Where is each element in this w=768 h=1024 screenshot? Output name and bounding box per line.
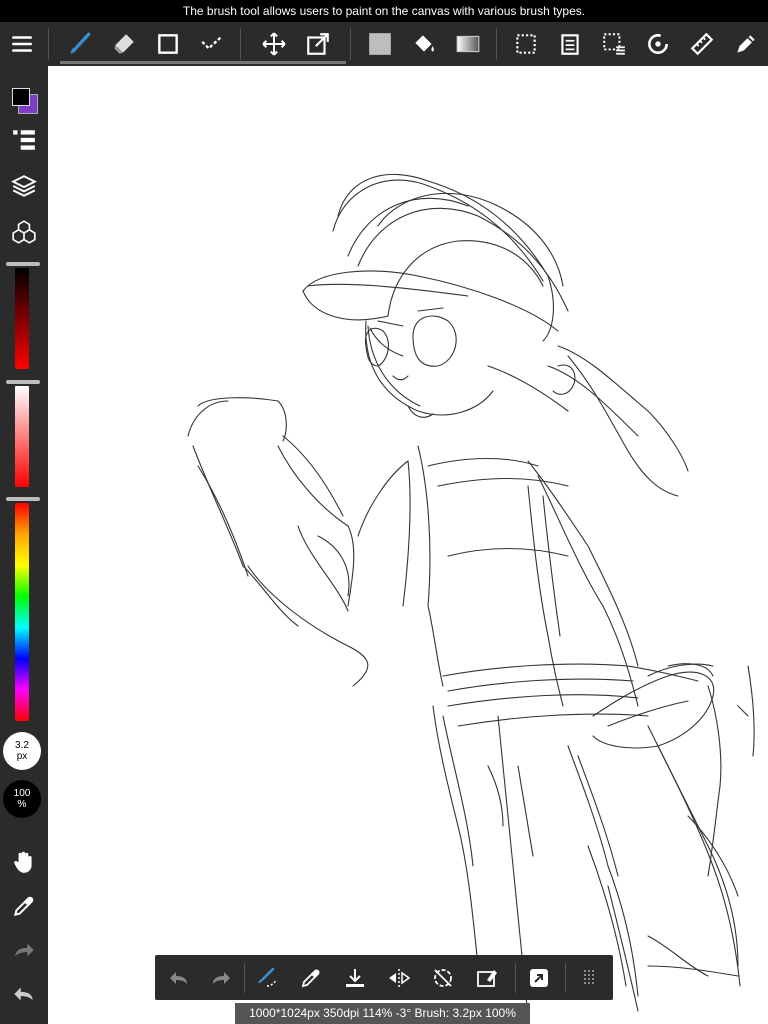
brush-size-indicator[interactable]: 3.2 px xyxy=(3,732,41,770)
bottom-redo-button[interactable] xyxy=(199,955,243,1000)
save-button[interactable] xyxy=(333,955,377,1000)
layers-list-button[interactable] xyxy=(0,118,48,162)
flip-button[interactable] xyxy=(377,955,421,1000)
gradient-tool-button[interactable] xyxy=(448,22,488,66)
redo-icon xyxy=(213,971,230,984)
bottom-eyedropper-button[interactable] xyxy=(289,955,333,1000)
hue-slider[interactable] xyxy=(15,503,29,721)
eyedropper-icon xyxy=(301,969,320,987)
layer-list-icon xyxy=(13,130,35,150)
undo-button[interactable] xyxy=(0,972,48,1016)
rotate-button[interactable] xyxy=(638,22,678,66)
active-tool-underline xyxy=(60,61,346,64)
marquee-icon xyxy=(516,34,536,54)
pen-button[interactable] xyxy=(726,22,766,66)
opacity-value: 100 xyxy=(13,788,31,799)
fill-color-button[interactable] xyxy=(360,22,400,66)
selection-menu-icon xyxy=(603,33,625,55)
menu-button[interactable] xyxy=(2,22,42,66)
undo-icon xyxy=(170,971,187,984)
brightness-slider[interactable] xyxy=(15,268,29,369)
gradient-icon xyxy=(456,35,480,53)
top-toolbar xyxy=(0,22,768,66)
brush-tool-button[interactable] xyxy=(60,22,100,66)
grid-menu-button[interactable] xyxy=(567,955,611,1000)
opacity-indicator[interactable]: 100 % xyxy=(3,780,41,818)
cubes-icon xyxy=(12,220,36,244)
share-icon xyxy=(530,968,548,987)
move-icon xyxy=(262,32,286,56)
clear-button[interactable] xyxy=(465,955,509,1000)
layers-button[interactable] xyxy=(0,164,48,208)
canvas-status-bar: 1000*1024px 350dpi 114% -3° Brush: 3.2px… xyxy=(235,1003,530,1024)
color-swatch[interactable] xyxy=(10,86,38,114)
bucket-icon xyxy=(415,35,434,52)
brush-size-value: 3.2 xyxy=(15,740,29,751)
shape-tool-button[interactable] xyxy=(148,22,188,66)
bottom-toolbar xyxy=(155,955,613,1000)
saturation-slider[interactable] xyxy=(15,386,29,487)
brightness-slider-handle[interactable] xyxy=(6,262,40,266)
save-icon xyxy=(346,968,364,987)
fill-color-icon xyxy=(369,33,391,55)
ruler-icon xyxy=(690,32,714,56)
eraser-icon xyxy=(114,34,134,54)
brush-icon xyxy=(70,32,91,54)
flip-icon xyxy=(389,968,411,987)
rotate-icon xyxy=(648,34,668,54)
eyedropper-icon xyxy=(13,896,34,917)
left-sidebar: 3.2 px 100 % xyxy=(0,66,48,1024)
undo-icon xyxy=(14,987,33,1001)
bottom-undo-button[interactable] xyxy=(157,955,201,1000)
ruler-button[interactable] xyxy=(682,22,722,66)
eraser-tool-button[interactable] xyxy=(104,22,144,66)
menu-icon xyxy=(12,36,32,52)
layers-icon xyxy=(11,175,37,197)
bucket-tool-button[interactable] xyxy=(404,22,444,66)
page-button[interactable] xyxy=(550,22,590,66)
marquee-tool-button[interactable] xyxy=(506,22,546,66)
drawing-canvas[interactable] xyxy=(48,66,768,1024)
redo-icon xyxy=(15,943,34,957)
sketch-drawing xyxy=(187,173,755,1017)
hue-slider-handle[interactable] xyxy=(6,497,40,501)
select-check-icon xyxy=(201,35,223,50)
share-button[interactable] xyxy=(517,955,561,1000)
pen-icon xyxy=(737,35,755,53)
transform-icon xyxy=(307,33,329,55)
rotate-reset-icon xyxy=(434,968,452,987)
brush-stabilizer-icon xyxy=(258,967,277,987)
primary-color-swatch[interactable] xyxy=(12,88,30,106)
brush-size-unit: px xyxy=(16,751,28,762)
brush-stabilizer-button[interactable] xyxy=(245,955,289,1000)
grid-menu-icon xyxy=(584,969,594,984)
page-icon xyxy=(561,34,579,55)
shape-icon xyxy=(158,34,178,54)
saturation-slider-handle[interactable] xyxy=(6,380,40,384)
opacity-unit: % xyxy=(17,799,27,810)
materials-button[interactable] xyxy=(0,210,48,254)
tool-tooltip: The brush tool allows users to paint on … xyxy=(0,0,768,22)
eyedropper-button[interactable] xyxy=(0,884,48,928)
hand-tool-button[interactable] xyxy=(0,840,48,884)
selection-menu-button[interactable] xyxy=(594,22,634,66)
hand-icon xyxy=(14,851,32,873)
clear-icon xyxy=(477,969,497,987)
select-check-tool-button[interactable] xyxy=(192,22,232,66)
redo-button[interactable] xyxy=(0,928,48,972)
rotate-reset-button[interactable] xyxy=(421,955,465,1000)
move-tool-button[interactable] xyxy=(254,22,294,66)
transform-tool-button[interactable] xyxy=(298,22,338,66)
